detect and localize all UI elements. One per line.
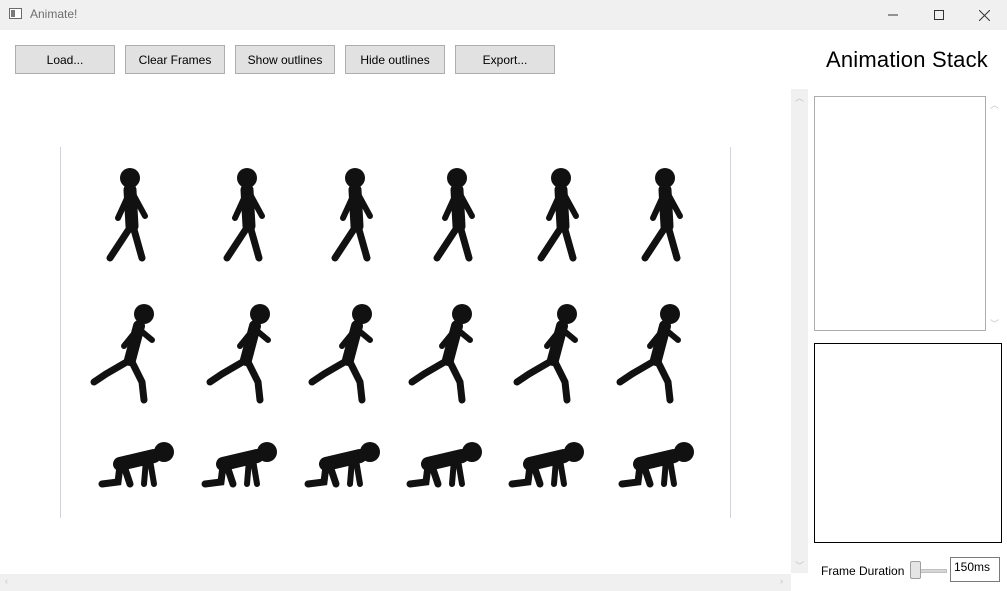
frame-duration-label: Frame Duration <box>821 564 905 578</box>
sprite-sheet-image <box>60 147 731 518</box>
crawling-row <box>102 442 694 484</box>
frame-duration-field[interactable]: 150ms <box>950 557 1000 582</box>
hide-outlines-button[interactable]: Hide outlines <box>345 45 445 74</box>
list-scroll-up-icon[interactable]: ︿ <box>990 98 999 111</box>
scroll-right-icon[interactable]: › <box>780 576 783 586</box>
scroll-down-icon[interactable]: ﹀ <box>795 559 804 572</box>
window-title: Animate! <box>30 7 78 21</box>
close-button[interactable] <box>961 0 1007 30</box>
export-button[interactable]: Export... <box>455 45 555 74</box>
canvas-horizontal-scrollbar[interactable]: ‹ › <box>0 574 791 591</box>
walking-row <box>110 168 680 258</box>
maximize-button[interactable] <box>916 0 962 30</box>
animation-stack-scrollbar[interactable]: ︿ ﹀ <box>986 96 1002 331</box>
app-icon <box>9 8 22 19</box>
animation-stack-title: Animation Stack <box>826 47 988 72</box>
title-bar: Animate! <box>0 0 1007 30</box>
minimize-button[interactable] <box>870 0 916 30</box>
load-button[interactable]: Load... <box>15 45 115 74</box>
clear-frames-button[interactable]: Clear Frames <box>125 45 225 74</box>
scroll-left-icon[interactable]: ‹ <box>5 576 8 586</box>
show-outlines-button[interactable]: Show outlines <box>235 45 335 74</box>
sprite-sheet-canvas[interactable] <box>60 147 731 518</box>
list-scroll-down-icon[interactable]: ﹀ <box>990 317 999 330</box>
running-row <box>94 304 680 400</box>
minimize-icon <box>888 14 898 16</box>
canvas-vertical-scrollbar[interactable]: ︿ ﹀ <box>791 89 808 573</box>
frame-duration-slider-thumb[interactable] <box>910 561 921 579</box>
animation-stack-list[interactable] <box>814 96 986 331</box>
close-icon <box>978 9 990 21</box>
scroll-up-icon[interactable]: ︿ <box>795 91 804 104</box>
maximize-icon <box>934 10 944 20</box>
animation-preview <box>814 343 1002 543</box>
